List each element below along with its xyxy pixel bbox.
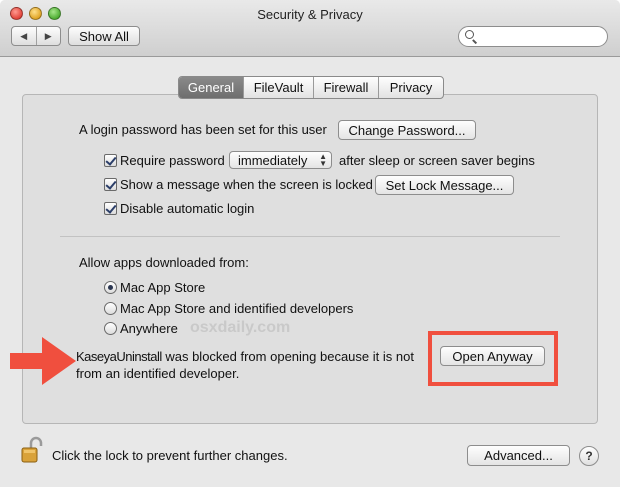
show-message-label: Show a message when the screen is locked [120, 177, 373, 192]
blocked-app-name: KaseyaUninstall [76, 349, 162, 364]
radio-mac-app-store-label: Mac App Store [120, 280, 206, 295]
tab-general[interactable]: General [179, 77, 244, 98]
show-message-checkbox[interactable] [104, 178, 117, 191]
require-password-label: Require password [120, 153, 225, 168]
radio-mac-app-store[interactable] [104, 281, 117, 294]
show-all-button[interactable]: Show All [68, 26, 140, 46]
radio-identified-developers-label: Mac App Store and identified developers [120, 301, 354, 316]
search-field[interactable] [458, 26, 608, 47]
section-divider [60, 236, 560, 237]
radio-identified-developers[interactable] [104, 302, 117, 315]
security-privacy-window: Security & Privacy ◀ ▶ Show All General … [0, 0, 620, 487]
set-lock-message-button[interactable]: Set Lock Message... [375, 175, 514, 195]
tab-firewall[interactable]: Firewall [314, 77, 379, 98]
watermark-text: osxdaily.com [190, 319, 291, 336]
back-forward-control: ◀ ▶ [11, 26, 61, 46]
select-stepper-icon: ▲ ▼ [319, 152, 327, 168]
allow-apps-heading: Allow apps downloaded from: [79, 255, 249, 270]
open-anyway-button[interactable]: Open Anyway [440, 346, 545, 366]
require-password-select[interactable]: immediately ▲ ▼ [229, 151, 332, 169]
blocked-line-2: from an identified developer. [76, 366, 240, 381]
title-bar: Security & Privacy ◀ ▶ Show All [0, 0, 620, 57]
blocked-message: KaseyaUninstall was blocked from opening… [76, 349, 414, 364]
disable-auto-login-checkbox[interactable] [104, 202, 117, 215]
disable-auto-login-label: Disable automatic login [120, 201, 255, 216]
after-sleep-text: after sleep or screen saver begins [339, 153, 535, 168]
tab-bar: General FileVault Firewall Privacy [178, 76, 444, 99]
forward-arrow-icon[interactable]: ▶ [37, 27, 61, 45]
back-arrow-icon[interactable]: ◀ [12, 27, 37, 45]
login-password-text: A login password has been set for this u… [79, 122, 327, 137]
tab-filevault[interactable]: FileVault [244, 77, 314, 98]
tab-privacy[interactable]: Privacy [379, 77, 443, 98]
window-title: Security & Privacy [257, 7, 363, 22]
lock-text: Click the lock to prevent further change… [52, 448, 288, 463]
radio-anywhere-label: Anywhere [120, 321, 178, 336]
radio-anywhere[interactable] [104, 322, 117, 335]
change-password-button[interactable]: Change Password... [338, 120, 476, 140]
search-icon [465, 30, 474, 39]
unlocked-padlock-icon[interactable] [21, 436, 43, 464]
require-password-select-value: immediately [238, 152, 308, 168]
require-password-checkbox[interactable] [104, 154, 117, 167]
advanced-button[interactable]: Advanced... [467, 445, 570, 466]
help-button[interactable]: ? [579, 446, 599, 466]
red-arrow-icon [10, 337, 76, 385]
blocked-line-1: was blocked from opening because it is n… [165, 349, 414, 364]
